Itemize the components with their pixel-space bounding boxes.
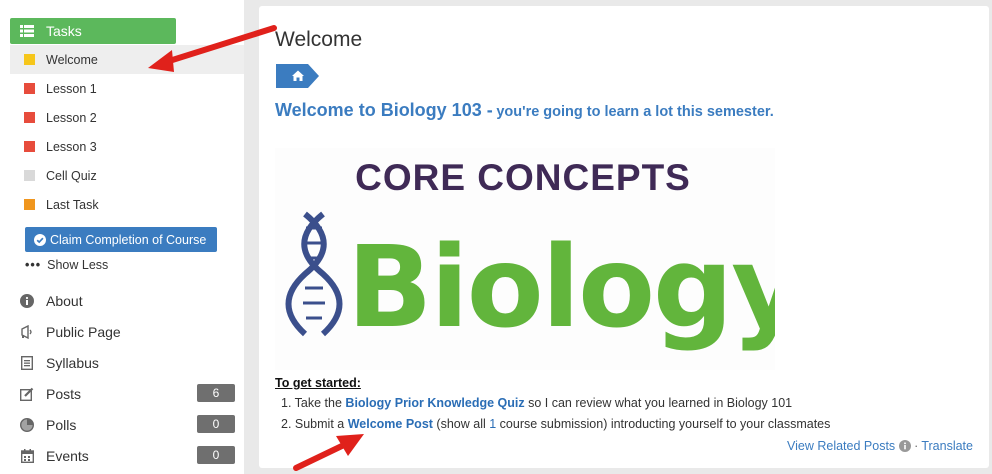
biology-banner-image: CORE CONCEPTS Biology xyxy=(275,148,804,370)
info-icon xyxy=(19,293,35,308)
step-1-prefix: 1. Take the xyxy=(281,396,342,410)
translate-link[interactable]: Translate xyxy=(921,439,973,453)
polls-count-badge: 0 xyxy=(197,415,235,433)
ellipsis-icon: ••• xyxy=(25,258,42,272)
document-icon xyxy=(19,355,35,370)
tasks-label: Tasks xyxy=(46,23,82,39)
nav-item-about[interactable]: About xyxy=(0,285,244,316)
view-related-posts-link[interactable]: View Related Posts xyxy=(787,439,895,453)
nav-item-posts[interactable]: Posts 6 xyxy=(0,378,244,409)
task-item-cell-quiz[interactable]: Cell Quiz xyxy=(10,161,244,190)
nav-label: Syllabus xyxy=(46,354,99,371)
breadcrumb-home[interactable] xyxy=(276,64,320,88)
task-label: Lesson 1 xyxy=(46,81,97,96)
calendar-icon xyxy=(19,448,35,463)
task-status-swatch xyxy=(24,112,35,123)
nav-label: Posts xyxy=(46,385,82,402)
nav-label: Events xyxy=(46,447,89,464)
headline-main: Welcome to Biology 103 - xyxy=(275,100,493,120)
page-title: Welcome xyxy=(275,28,363,51)
headline-sub: you're going to learn a lot this semeste… xyxy=(496,104,774,120)
submission-count-link[interactable]: 1 xyxy=(489,417,496,431)
info-icon[interactable] xyxy=(899,440,912,452)
task-status-swatch xyxy=(24,54,35,65)
annotation-arrow-icon xyxy=(293,434,364,471)
step-1: 1. Take the Biology Prior Knowledge Quiz… xyxy=(281,396,830,417)
annotation-arrow-icon xyxy=(148,25,277,72)
task-label: Last Task xyxy=(46,197,99,212)
prior-knowledge-quiz-link[interactable]: Biology Prior Knowledge Quiz xyxy=(345,396,524,410)
step-2-suffix: course submission) introducting yourself… xyxy=(499,417,831,431)
show-less-label: Show Less xyxy=(47,258,109,272)
task-item-last-task[interactable]: Last Task xyxy=(10,190,244,219)
edit-icon xyxy=(19,387,35,401)
home-icon xyxy=(276,64,319,88)
step-1-suffix: so I can review what you learned in Biol… xyxy=(528,396,793,410)
nav-label: About xyxy=(46,292,83,309)
pie-chart-icon xyxy=(19,417,35,432)
main-content: Welcome Welcome to Biology 103 - you're … xyxy=(259,6,989,468)
list-icon xyxy=(20,25,34,37)
nav-item-events[interactable]: Events 0 xyxy=(0,440,244,471)
task-status-swatch xyxy=(24,199,35,210)
banner-line1: CORE CONCEPTS xyxy=(355,157,691,198)
course-nav: About Public Page Syllabus Posts 6 Polls… xyxy=(0,285,244,471)
nav-item-public-page[interactable]: Public Page xyxy=(0,316,244,347)
claim-completion-button[interactable]: Claim Completion of Course xyxy=(25,227,217,252)
welcome-headline: Welcome to Biology 103 - you're going to… xyxy=(275,100,774,121)
footer-links: View Related Posts · Translate xyxy=(787,439,973,453)
banner-line2: Biology xyxy=(347,223,775,353)
claim-completion-label: Claim Completion of Course xyxy=(50,232,207,247)
show-less-link[interactable]: ••• Show Less xyxy=(25,258,108,272)
events-count-badge: 0 xyxy=(197,446,235,464)
nav-item-syllabus[interactable]: Syllabus xyxy=(0,347,244,378)
nav-label: Public Page xyxy=(46,323,121,340)
task-label: Lesson 2 xyxy=(46,110,97,125)
dna-icon xyxy=(285,211,343,337)
task-status-swatch xyxy=(24,83,35,94)
task-status-swatch xyxy=(24,170,35,181)
nav-item-polls[interactable]: Polls 0 xyxy=(0,409,244,440)
task-status-swatch xyxy=(24,141,35,152)
megaphone-icon xyxy=(19,324,35,339)
task-item-lesson-3[interactable]: Lesson 3 xyxy=(10,132,244,161)
task-label: Welcome xyxy=(46,52,98,67)
get-started-heading: To get started: xyxy=(275,376,361,390)
step-2-middle: (show all xyxy=(436,417,486,431)
task-label: Lesson 3 xyxy=(46,139,97,154)
posts-count-badge: 6 xyxy=(197,384,235,402)
task-item-lesson-2[interactable]: Lesson 2 xyxy=(10,103,244,132)
separator-dot: · xyxy=(914,439,919,453)
check-circle-icon xyxy=(34,233,46,246)
task-item-lesson-1[interactable]: Lesson 1 xyxy=(10,74,244,103)
nav-label: Polls xyxy=(46,416,77,433)
task-label: Cell Quiz xyxy=(46,168,97,183)
